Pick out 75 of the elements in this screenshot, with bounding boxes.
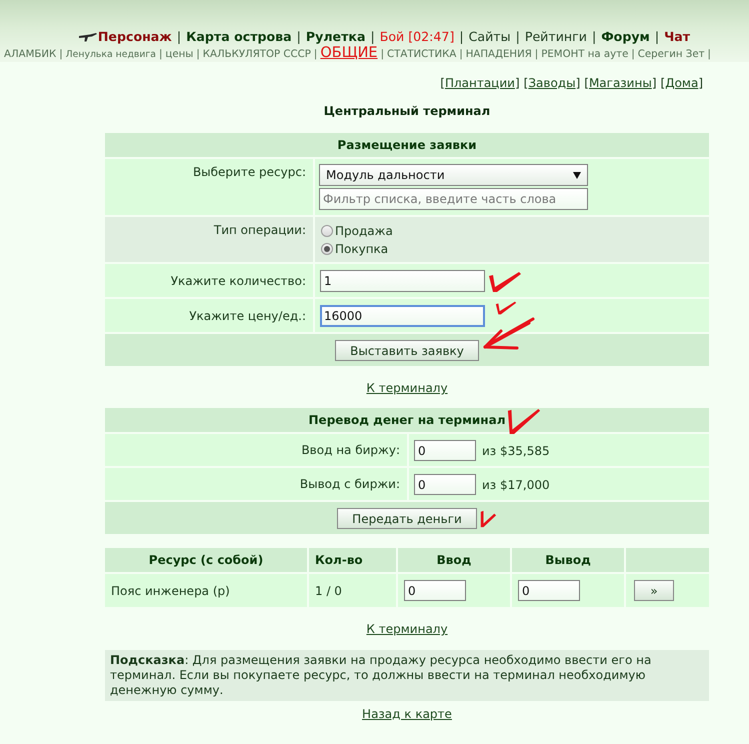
nav-link[interactable]: Чат: [664, 28, 690, 46]
separator-text: |: [158, 48, 162, 62]
column-header: Вывод: [512, 548, 624, 572]
nav-link[interactable]: ОБЩИЕ: [320, 46, 378, 60]
nav-link[interactable]: Бой [02:47]: [380, 28, 454, 46]
nav-link[interactable]: Ленулька недвига: [66, 48, 156, 62]
limit-text: из $35,585: [482, 444, 550, 458]
column-header: Кол-во: [309, 548, 396, 572]
transfer-button[interactable]: »: [634, 580, 674, 601]
section-link[interactable]: [Дома]: [660, 75, 703, 91]
option-label[interactable]: Продажа: [335, 222, 393, 240]
section-link[interactable]: [Плантации]: [440, 75, 520, 91]
nav-link[interactable]: НАПАДЕНИЯ: [466, 48, 532, 62]
separator-text: |: [459, 28, 464, 46]
amount-input[interactable]: 0: [518, 580, 580, 601]
separator-text: |: [708, 48, 711, 62]
field-label: Выберите ресурс:: [192, 165, 306, 179]
separator-text: |: [592, 28, 596, 46]
number-input[interactable]: 16000: [320, 305, 485, 327]
field-label: Укажите цену/ед.:: [189, 308, 306, 322]
option-label[interactable]: Покупка: [335, 240, 388, 258]
field-label: Укажите количество:: [170, 274, 306, 288]
nav-link[interactable]: АЛАМБИК: [4, 48, 56, 62]
hint-text: Подсказка: Для размещения заявки на продажу ресурса необходимо ввести его на терминал. Если вы покупаете ресурс, то должны ввести на терминал необходимую денежную сумму.: [105, 650, 709, 701]
amount-input[interactable]: 0: [414, 440, 476, 461]
panel-header: Размещение заявки: [105, 133, 709, 157]
separator-text: |: [176, 28, 182, 46]
separator-text: |: [534, 48, 538, 62]
amount-input[interactable]: 0: [414, 474, 476, 495]
separator-text: |: [380, 48, 384, 62]
radio-button[interactable]: [321, 225, 333, 237]
terminal-link[interactable]: К терминалу: [366, 622, 448, 636]
limit-text: из $17,000: [482, 478, 550, 492]
field-label: Тип операции:: [214, 223, 306, 237]
back-link[interactable]: Назад к карте: [362, 707, 452, 721]
table-cell: Пояс инженера (р): [105, 574, 307, 607]
nav-link[interactable]: Рулетка: [306, 28, 366, 46]
nav-link[interactable]: Серегин Зет: [638, 48, 705, 62]
separator-text: |: [654, 28, 660, 46]
separator-text: |: [370, 28, 375, 46]
number-input[interactable]: 1: [320, 270, 485, 292]
filter-input[interactable]: Фильтр списка, введите часть слова: [319, 188, 588, 210]
separator-text: |: [459, 48, 463, 62]
separator-text: |: [196, 48, 200, 62]
separator-text: |: [314, 48, 318, 62]
column-header: Ресурс (с собой): [105, 548, 307, 572]
transfer-button[interactable]: Передать деньги: [337, 508, 477, 529]
nav-link[interactable]: цены: [165, 48, 194, 62]
radio-button[interactable]: [321, 243, 333, 255]
nav-link[interactable]: Персонаж: [98, 28, 172, 46]
column-header: Ввод: [398, 548, 510, 572]
nav-link[interactable]: РЕМОНТ на ауте: [541, 48, 628, 62]
separator-text: |: [631, 48, 635, 62]
nav-link[interactable]: Сайты: [468, 28, 511, 46]
terminal-link[interactable]: К терминалу: [366, 381, 448, 395]
section-link[interactable]: [Заводы]: [524, 75, 580, 91]
field-label: Ввод на биржу:: [301, 443, 400, 457]
nav-link[interactable]: Форум: [601, 28, 650, 46]
resource-select[interactable]: Модуль дальности: [319, 164, 588, 186]
separator-text: |: [516, 28, 520, 46]
page-title: Центральный терминал: [322, 103, 492, 119]
panel-header: Перевод денег на терминал: [105, 408, 709, 432]
nav-link[interactable]: Карта острова: [186, 28, 292, 46]
section-link[interactable]: [Магазины]: [584, 75, 656, 91]
table-cell: 1 / 0: [309, 574, 396, 607]
amount-input[interactable]: 0: [404, 580, 466, 601]
nav-link[interactable]: СТАТИСТИКА: [387, 48, 456, 62]
caret-icon: [573, 172, 581, 178]
submit-button[interactable]: Выставить заявку: [335, 340, 479, 361]
separator-text: |: [296, 28, 301, 46]
separator-text: |: [59, 48, 63, 62]
nav-link[interactable]: Рейтинги: [524, 28, 587, 46]
nav-link[interactable]: КАЛЬКУЛЯТОР СССР: [202, 48, 311, 62]
rifle-icon: [78, 32, 97, 42]
field-label: Вывод с биржи:: [300, 477, 400, 491]
